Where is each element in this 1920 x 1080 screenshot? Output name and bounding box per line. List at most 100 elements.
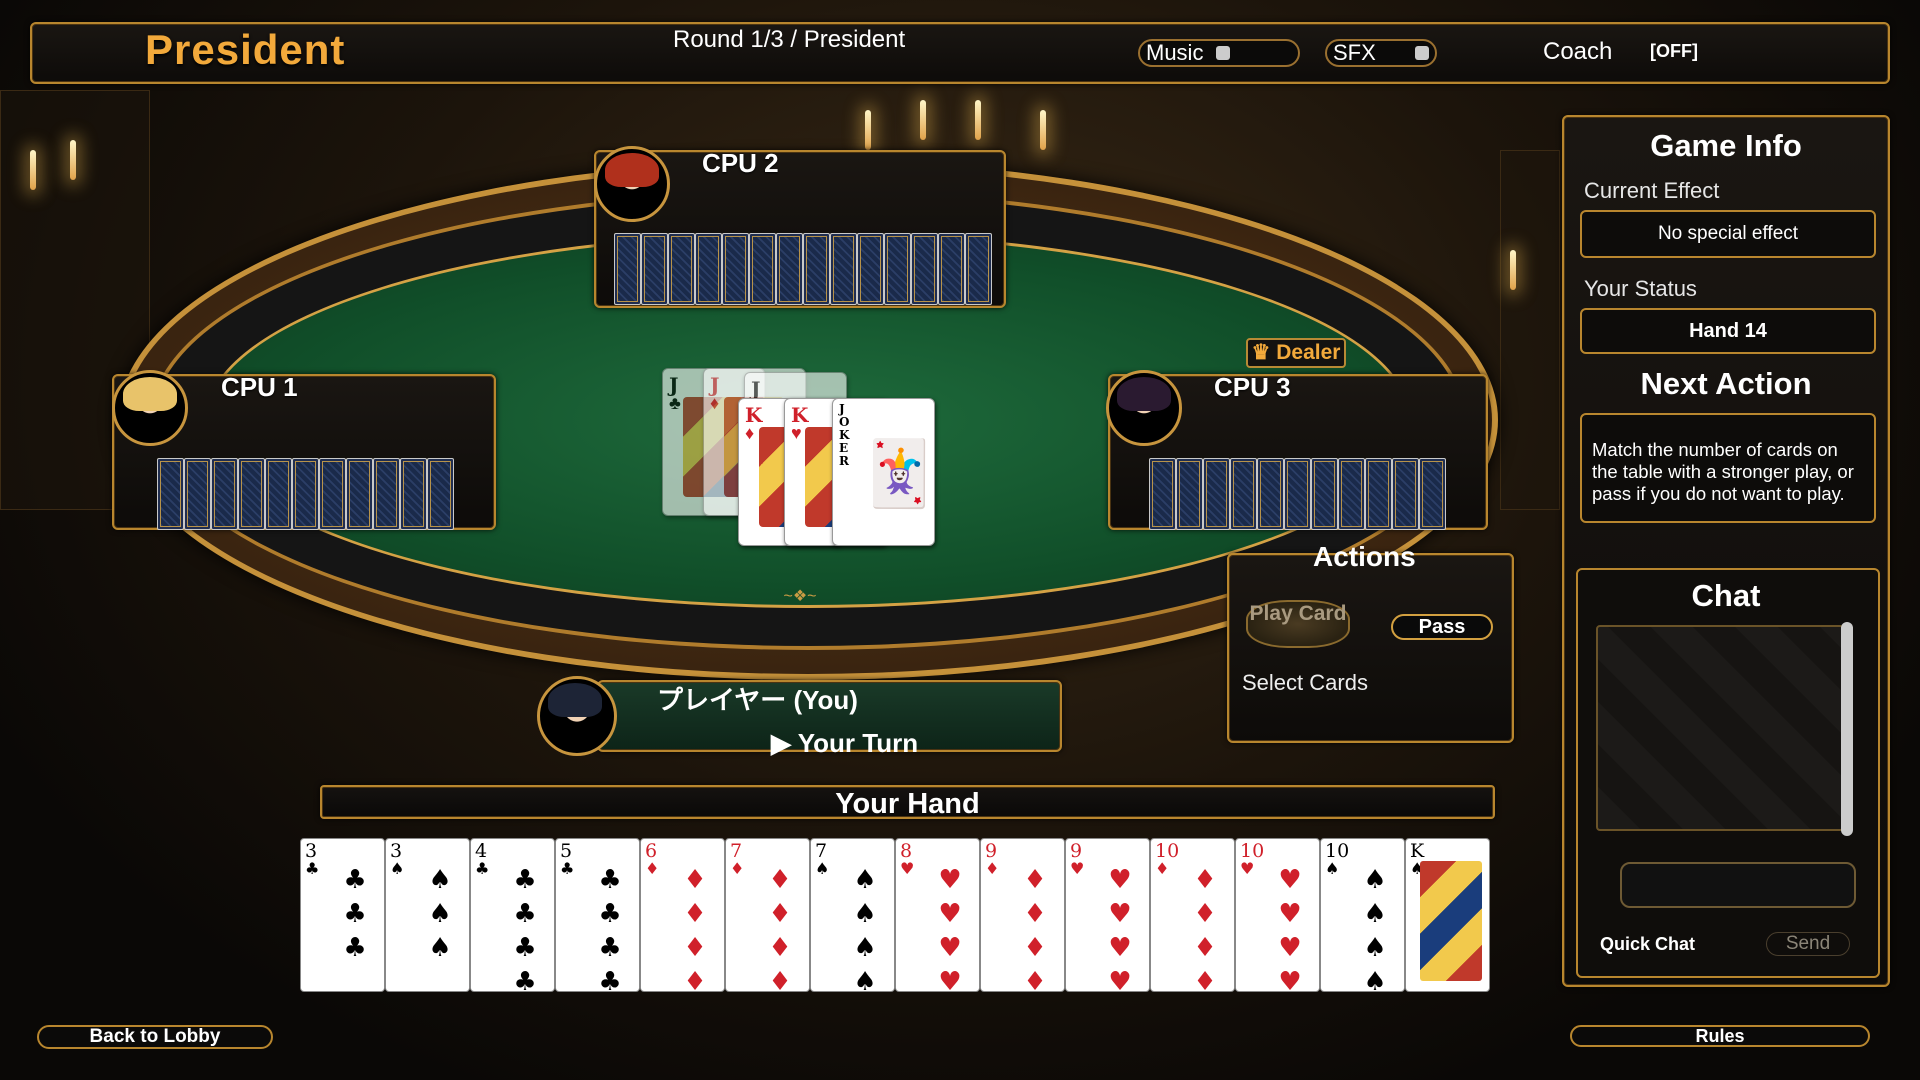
card-back xyxy=(1311,458,1338,530)
card-back xyxy=(749,233,776,305)
dealer-badge: ♛ Dealer xyxy=(1246,338,1346,368)
card-back xyxy=(614,233,641,305)
hand-card[interactable]: K ♠ xyxy=(1405,838,1490,992)
hand-card-suit: ♣ xyxy=(305,859,320,878)
hand-card-pips: ♥ ♥ ♥ ♥ ♥ ♥ xyxy=(1278,865,1302,992)
card-back xyxy=(184,458,211,530)
hand-card[interactable]: 10♦ ♦ ♦ ♦ ♦ ♦ ♦ xyxy=(1150,838,1235,992)
card-back xyxy=(400,458,427,530)
hand-card[interactable]: 9♥ ♥ ♥ ♥ ♥ ♥ ♥ xyxy=(1065,838,1150,992)
card-back xyxy=(803,233,830,305)
hand-card[interactable]: 4 ♣ ♣ ♣ ♣ ♣ xyxy=(470,838,555,992)
send-button[interactable]: Send xyxy=(1766,932,1850,956)
wall-candle xyxy=(1510,250,1516,290)
card-back xyxy=(884,233,911,305)
cpu3-avatar xyxy=(1106,370,1182,446)
game-info-title: Game Info xyxy=(1650,128,1802,163)
chat-scrollbar[interactable] xyxy=(1841,622,1853,836)
card-back xyxy=(157,458,184,530)
card-back xyxy=(1257,458,1284,530)
hand-card-pips: ♦ ♦ ♦ ♦ ♦ ♦ xyxy=(1023,865,1047,992)
turn-indicator: ▶ Your Turn xyxy=(771,728,919,758)
card-back xyxy=(1392,458,1419,530)
hand-card-rank: 7 xyxy=(730,840,743,862)
play-card-button[interactable]: Play Card xyxy=(1246,600,1350,648)
table-card-rank: JOKER xyxy=(839,402,850,468)
hand-card[interactable]: 10♠ ♠ ♠ ♠ ♠ ♠ ♠ xyxy=(1320,838,1405,992)
hand-card-rank: 3 xyxy=(390,840,403,862)
card-back xyxy=(830,233,857,305)
card-back xyxy=(1176,458,1203,530)
hand-card[interactable]: 9♦ ♦ ♦ ♦ ♦ ♦ ♦ xyxy=(980,838,1065,992)
round-indicator: Round 1/3 / President xyxy=(673,26,906,53)
hand-card[interactable]: 6♦ ♦ ♦ ♦ ♦ ♦ ♦ xyxy=(640,838,725,992)
quick-chat-button[interactable]: Quick Chat xyxy=(1600,934,1695,955)
hand-card-pips: ♣ ♣ ♣ ♣ xyxy=(513,865,537,992)
status-label: Your Status xyxy=(1584,276,1697,301)
card-back xyxy=(1419,458,1446,530)
cpu3-name: CPU 3 xyxy=(1214,372,1291,402)
hand-card-pips: ♥ ♥ ♥ ♥ ♥ ♥ xyxy=(938,865,962,992)
card-back xyxy=(265,458,292,530)
hand-card-rank: 10 xyxy=(1325,840,1350,862)
sfx-toggle[interactable]: SFX xyxy=(1325,39,1437,67)
hand-card-rank: 6 xyxy=(645,840,658,862)
coach-toggle[interactable]: [OFF] xyxy=(1650,41,1698,62)
chandelier-candle xyxy=(975,100,981,140)
card-back xyxy=(776,233,803,305)
hand-card-rank: 3 xyxy=(305,840,318,862)
rules-button[interactable]: Rules xyxy=(1570,1025,1870,1047)
table-card-suit: ♦ xyxy=(710,393,720,413)
card-back xyxy=(1230,458,1257,530)
chandelier-candle xyxy=(865,110,871,150)
hand-title: Your Hand xyxy=(835,788,980,820)
table-card-suit: ♦ xyxy=(745,423,755,443)
current-effect-value: No special effect xyxy=(1580,210,1876,258)
hand-card-rank: 9 xyxy=(1070,840,1083,862)
music-label: Music xyxy=(1146,40,1204,65)
hand-card[interactable]: 10♥ ♥ ♥ ♥ ♥ ♥ ♥ xyxy=(1235,838,1320,992)
hand-card-pips: ♦ ♦ ♦ ♦ ♦ ♦ xyxy=(1193,865,1217,992)
hand-card-suit: ♠ xyxy=(1325,859,1340,878)
hand-card[interactable]: 7♠ ♠ ♠ ♠ ♠ ♠ ♠ xyxy=(810,838,895,992)
you-name: プレイヤー (You) xyxy=(657,685,858,715)
back-to-lobby-button[interactable]: Back to Lobby xyxy=(37,1025,273,1049)
music-toggle-knob[interactable] xyxy=(1216,46,1230,60)
hand-card-pips: ♠ ♠ ♠ xyxy=(428,865,452,963)
music-toggle[interactable]: Music xyxy=(1138,39,1300,67)
hand-card-suit: ♦ xyxy=(730,859,745,878)
sfx-toggle-knob[interactable] xyxy=(1415,46,1429,60)
pass-button[interactable]: Pass xyxy=(1391,614,1493,640)
actions-title: Actions xyxy=(1313,541,1416,572)
cpu1-name: CPU 1 xyxy=(221,372,298,402)
next-action-text: Match the number of cards on the table w… xyxy=(1580,413,1876,523)
card-back xyxy=(695,233,722,305)
hand-card[interactable]: 3 ♣ ♣ ♣ ♣ xyxy=(300,838,385,992)
hand-card-rank: 8 xyxy=(900,840,913,862)
crown-icon: ♛ xyxy=(1251,341,1277,364)
card-back xyxy=(938,233,965,305)
hand-card-pips: ♥ ♥ ♥ ♥ ♥ ♥ xyxy=(1108,865,1132,992)
hand-card[interactable]: 7♦ ♦ ♦ ♦ ♦ ♦ ♦ xyxy=(725,838,810,992)
next-action-title: Next Action xyxy=(1640,366,1812,401)
hand-card-rank: K xyxy=(1410,840,1425,862)
chandelier-candle xyxy=(920,100,926,140)
chat-input[interactable] xyxy=(1620,862,1856,908)
hand-card[interactable]: 3 ♠ ♠ ♠ ♠ xyxy=(385,838,470,992)
card-back xyxy=(238,458,265,530)
card-back xyxy=(1338,458,1365,530)
cpu2-avatar xyxy=(594,146,670,222)
card-back xyxy=(641,233,668,305)
card-back xyxy=(319,458,346,530)
hand-card[interactable]: 8♥ ♥ ♥ ♥ ♥ ♥ ♥ xyxy=(895,838,980,992)
coach-label: Coach xyxy=(1543,38,1613,65)
hand-card[interactable]: 5♣ ♣ ♣ ♣ ♣ ♣ xyxy=(555,838,640,992)
wall-candle xyxy=(30,150,36,190)
hand-card-pips: ♦ ♦ ♦ ♦ ♦ ♦ xyxy=(768,865,792,992)
hand-card-suit: ♥ xyxy=(1070,859,1085,878)
table-card-suit: ♣ xyxy=(669,393,681,413)
joker-art-icon: 🃏 xyxy=(859,437,935,509)
card-back xyxy=(1149,458,1176,530)
table-card-suit: ♥ xyxy=(791,423,802,443)
hand-card-rank: 10 xyxy=(1155,840,1180,862)
